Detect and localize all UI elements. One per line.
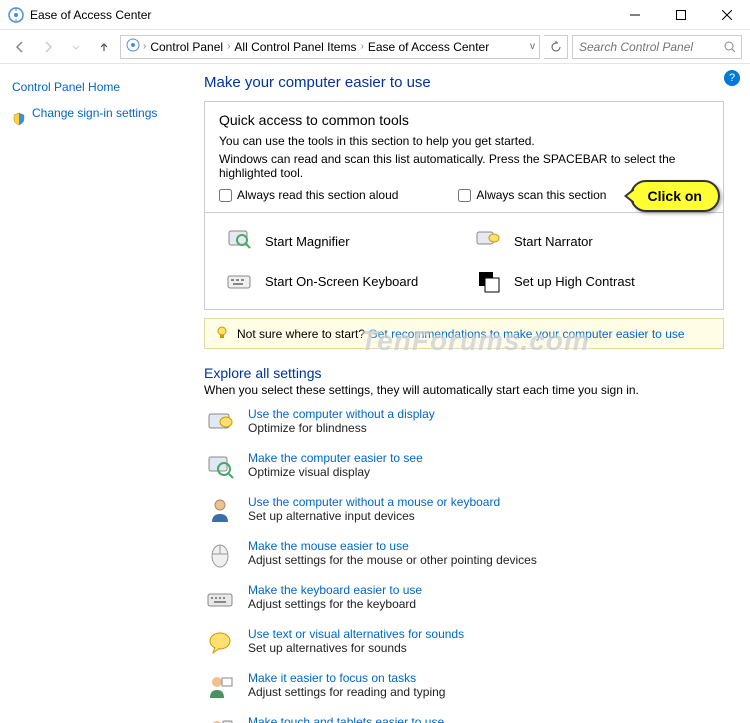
setting-link[interactable]: Make the mouse easier to use bbox=[248, 539, 537, 553]
main-panel: ? Make your computer easier to use Quick… bbox=[200, 64, 750, 723]
setting-link[interactable]: Make it easier to focus on tasks bbox=[248, 671, 445, 685]
breadcrumb-item[interactable]: All Control Panel Items bbox=[232, 40, 358, 54]
quick-access-desc2: Windows can read and scan this list auto… bbox=[219, 152, 709, 180]
address-dropdown-icon[interactable]: v bbox=[530, 41, 535, 52]
contrast-icon bbox=[474, 267, 502, 295]
setting-row: Use the computer without a displayOptimi… bbox=[204, 407, 724, 439]
tool-label: Start Magnifier bbox=[265, 234, 350, 249]
setting-link[interactable]: Use the computer without a display bbox=[248, 407, 435, 421]
app-icon bbox=[8, 7, 24, 23]
change-signin-settings-link[interactable]: Change sign-in settings bbox=[32, 106, 157, 120]
settings-list: Use the computer without a displayOptimi… bbox=[204, 407, 724, 723]
touch-icon bbox=[204, 715, 236, 723]
tool-label: Start On-Screen Keyboard bbox=[265, 274, 418, 289]
always-scan-checkbox[interactable]: Always scan this section bbox=[458, 188, 606, 202]
high-contrast-link[interactable]: Set up High Contrast bbox=[474, 267, 703, 295]
refresh-button[interactable] bbox=[544, 35, 568, 59]
location-icon bbox=[125, 37, 141, 56]
navbar: › Control Panel › All Control Panel Item… bbox=[0, 30, 750, 64]
focus-icon bbox=[204, 671, 236, 703]
speech-bubble-icon bbox=[204, 627, 236, 659]
search-box[interactable] bbox=[572, 35, 742, 59]
setting-desc: Set up alternatives for sounds bbox=[248, 641, 464, 655]
address-bar[interactable]: › Control Panel › All Control Panel Item… bbox=[120, 35, 540, 59]
chevron-right-icon: › bbox=[360, 41, 363, 52]
breadcrumb-item[interactable]: Ease of Access Center bbox=[366, 40, 491, 54]
lightbulb-icon bbox=[215, 325, 229, 342]
control-panel-home-link[interactable]: Control Panel Home bbox=[12, 80, 188, 94]
tool-label: Start Narrator bbox=[514, 234, 593, 249]
quick-access-desc: You can use the tools in this section to… bbox=[219, 134, 709, 148]
sidebar: Control Panel Home Change sign-in settin… bbox=[0, 64, 200, 723]
setting-desc: Adjust settings for the mouse or other p… bbox=[248, 553, 537, 567]
mouse-icon bbox=[204, 539, 236, 571]
setting-row: Use text or visual alternatives for soun… bbox=[204, 627, 724, 659]
setting-link[interactable]: Make the computer easier to see bbox=[248, 451, 423, 465]
minimize-button[interactable] bbox=[612, 0, 658, 30]
easier-see-icon bbox=[204, 451, 236, 483]
keyboard-setting-icon bbox=[204, 583, 236, 615]
chevron-right-icon: › bbox=[143, 41, 146, 52]
maximize-button[interactable] bbox=[658, 0, 704, 30]
setting-desc: Set up alternative input devices bbox=[248, 509, 500, 523]
setting-desc: Optimize for blindness bbox=[248, 421, 435, 435]
callout-annotation: Click on bbox=[630, 180, 720, 212]
setting-link[interactable]: Make the keyboard easier to use bbox=[248, 583, 422, 597]
magnifier-icon bbox=[225, 227, 253, 255]
shield-icon bbox=[12, 112, 26, 126]
recommendations-bar: Not sure where to start? Get recommendat… bbox=[204, 318, 724, 349]
setting-link[interactable]: Use the computer without a mouse or keyb… bbox=[248, 495, 500, 509]
explore-title: Explore all settings bbox=[204, 365, 724, 381]
setting-row: Use the computer without a mouse or keyb… bbox=[204, 495, 724, 527]
always-read-checkbox[interactable]: Always read this section aloud bbox=[219, 188, 398, 202]
explore-subtitle: When you select these settings, they wil… bbox=[204, 383, 724, 397]
start-narrator-link[interactable]: Start Narrator bbox=[474, 227, 703, 255]
narrator-icon bbox=[474, 227, 502, 255]
close-button[interactable] bbox=[704, 0, 750, 30]
chevron-right-icon: › bbox=[227, 41, 230, 52]
tools-grid: Start Magnifier Start Narrator Start On-… bbox=[204, 213, 724, 310]
breadcrumb-item[interactable]: Control Panel bbox=[148, 40, 225, 54]
quick-access-title: Quick access to common tools bbox=[219, 112, 709, 128]
start-osk-link[interactable]: Start On-Screen Keyboard bbox=[225, 267, 454, 295]
setting-link[interactable]: Use text or visual alternatives for soun… bbox=[248, 627, 464, 641]
setting-desc: Adjust settings for the keyboard bbox=[248, 597, 422, 611]
setting-link[interactable]: Make touch and tablets easier to use bbox=[248, 715, 444, 723]
window-title: Ease of Access Center bbox=[30, 8, 612, 22]
up-button[interactable] bbox=[92, 35, 116, 59]
tool-label: Set up High Contrast bbox=[514, 274, 635, 289]
setting-row: Make touch and tablets easier to useAdju… bbox=[204, 715, 724, 723]
keyboard-icon bbox=[225, 267, 253, 295]
titlebar: Ease of Access Center bbox=[0, 0, 750, 30]
setting-row: Make the keyboard easier to useAdjust se… bbox=[204, 583, 724, 615]
setting-row: Make it easier to focus on tasksAdjust s… bbox=[204, 671, 724, 703]
search-input[interactable] bbox=[579, 40, 724, 54]
back-button[interactable] bbox=[8, 35, 32, 59]
window-controls bbox=[612, 0, 750, 30]
help-icon[interactable]: ? bbox=[724, 70, 740, 86]
recent-dropdown[interactable] bbox=[64, 35, 88, 59]
hint-prefix: Not sure where to start? bbox=[237, 327, 368, 341]
start-magnifier-link[interactable]: Start Magnifier bbox=[225, 227, 454, 255]
setting-desc: Adjust settings for reading and typing bbox=[248, 685, 445, 699]
setting-row: Make the computer easier to seeOptimize … bbox=[204, 451, 724, 483]
setting-desc: Optimize visual display bbox=[248, 465, 423, 479]
forward-button[interactable] bbox=[36, 35, 60, 59]
setting-row: Make the mouse easier to useAdjust setti… bbox=[204, 539, 724, 571]
display-off-icon bbox=[204, 407, 236, 439]
content: Control Panel Home Change sign-in settin… bbox=[0, 64, 750, 723]
search-icon bbox=[724, 41, 735, 53]
recommendations-link[interactable]: Get recommendations to make your compute… bbox=[368, 327, 684, 341]
page-title: Make your computer easier to use bbox=[204, 74, 724, 91]
person-icon bbox=[204, 495, 236, 527]
